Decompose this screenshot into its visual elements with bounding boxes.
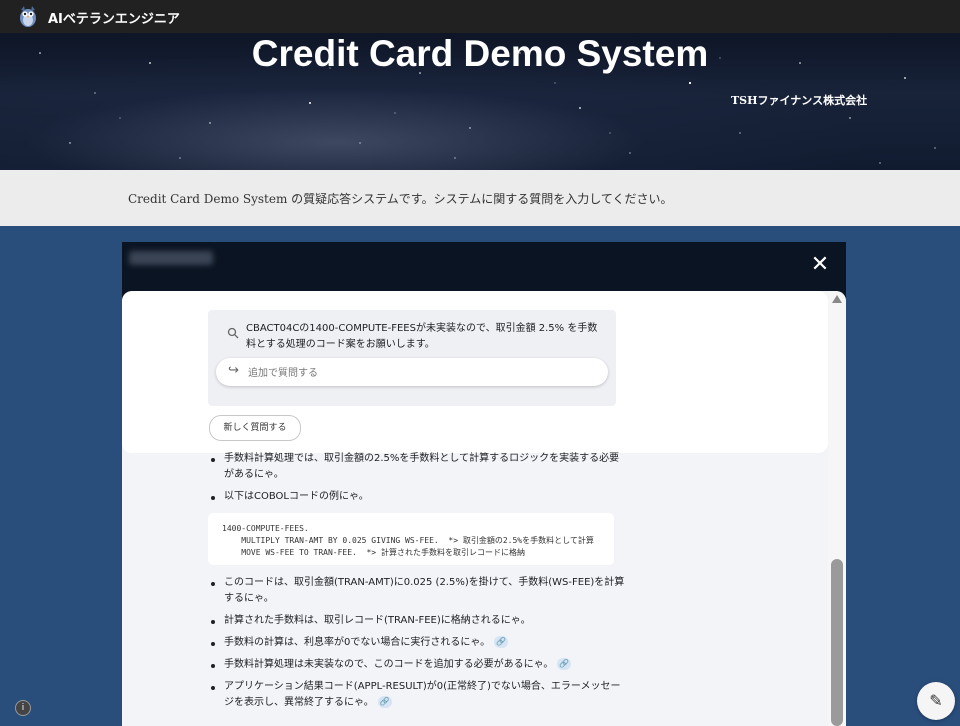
description-bar: Credit Card Demo System の質疑応答システムです。システム…: [0, 170, 960, 226]
answer-content: 手数料計算処理では、取引金額の2.5%を手数料として計算するロジックを実装する必…: [208, 451, 628, 717]
modal-title-blurred: [129, 251, 213, 265]
code-line: MOVE WS-FEE TO TRAN-FEE. *> 計算された手数料を取引レ…: [222, 548, 525, 557]
list-item-text: アプリケーション結果コード(APPL-RESULT)が0(正常終了)でない場合、…: [224, 681, 621, 708]
close-icon[interactable]: ✕: [810, 254, 830, 276]
question-card: CBACT04Cの1400-COMPUTE-FEESが未実装なので、取引金額 2…: [208, 310, 616, 406]
followup-field[interactable]: ↪: [216, 358, 608, 386]
followup-input[interactable]: [246, 364, 590, 382]
reply-arrow-icon: ↪: [228, 363, 239, 378]
list-item: このコードは、取引金額(TRAN-AMT)に0.025 (2.5%)を掛けて、手…: [208, 575, 628, 607]
list-item: 手数料の計算は、利息率が0でない場合に実行されるにゃ。 🔗: [208, 635, 628, 651]
new-question-button[interactable]: 新しく質問する: [209, 415, 301, 441]
brand-name[interactable]: AIベテランエンジニア: [48, 8, 180, 27]
list-item: アプリケーション結果コード(APPL-RESULT)が0(正常終了)でない場合、…: [208, 679, 628, 711]
code-block: 1400-COMPUTE-FEES. MULTIPLY TRAN-AMT BY …: [208, 513, 614, 565]
scrollbar-thumb[interactable]: [831, 559, 843, 726]
owl-logo-icon[interactable]: [16, 4, 40, 28]
search-icon: [227, 327, 239, 339]
info-icon[interactable]: i: [15, 700, 31, 716]
scrollbar[interactable]: [828, 291, 846, 726]
list-item-text: 手数料の計算は、利息率が0でない場合に実行されるにゃ。: [224, 637, 491, 648]
list-item-text: このコードは、取引金額(TRAN-AMT)に0.025 (2.5%)を掛けて、手…: [224, 577, 625, 604]
link-icon[interactable]: 🔗: [377, 696, 392, 708]
list-item-text: 計算された手数料は、取引レコード(TRAN-FEE)に格納されるにゃ。: [224, 615, 531, 626]
hero-banner: Credit Card Demo System TSHファイナンス株式会社: [0, 33, 960, 170]
list-item: 手数料計算処理では、取引金額の2.5%を手数料として計算するロジックを実装する必…: [208, 451, 628, 483]
answer-modal: ✕ CBACT04Cの1400-COMPUTE-FEESが未実装なので、取引金額…: [122, 242, 846, 726]
hero-title: Credit Card Demo System: [251, 33, 709, 74]
link-icon[interactable]: 🔗: [494, 636, 509, 648]
list-item: 手数料計算処理は未実装なので、このコードを追加する必要があるにゃ。 🔗: [208, 657, 628, 673]
top-bar: AIベテランエンジニア: [0, 0, 960, 33]
list-item: 以下はCOBOLコードの例にゃ。: [208, 489, 628, 505]
answer-panel: CBACT04Cの1400-COMPUTE-FEESが未実装なので、取引金額 2…: [122, 291, 846, 726]
question-text: CBACT04Cの1400-COMPUTE-FEESが未実装なので、取引金額 2…: [246, 323, 598, 350]
description-text: Credit Card Demo System の質疑応答システムです。システム…: [128, 192, 673, 206]
answer-list-bottom: このコードは、取引金額(TRAN-AMT)に0.025 (2.5%)を掛けて、手…: [208, 575, 628, 711]
company-name: TSHファイナンス株式会社: [731, 94, 868, 107]
answer-list-top: 手数料計算処理では、取引金額の2.5%を手数料として計算するロジックを実装する必…: [208, 451, 628, 505]
list-item-text: 手数料計算処理は未実装なので、このコードを追加する必要があるにゃ。: [224, 659, 554, 670]
code-line: 1400-COMPUTE-FEES.: [222, 524, 309, 533]
question-section: CBACT04Cの1400-COMPUTE-FEESが未実装なので、取引金額 2…: [122, 291, 828, 453]
link-icon[interactable]: 🔗: [557, 658, 572, 670]
list-item: 計算された手数料は、取引レコード(TRAN-FEE)に格納されるにゃ。: [208, 613, 628, 629]
scroll-up-icon[interactable]: [832, 295, 842, 303]
code-line: MULTIPLY TRAN-AMT BY 0.025 GIVING WS-FEE…: [222, 536, 594, 545]
pencil-edit-icon[interactable]: ✎: [917, 682, 955, 720]
